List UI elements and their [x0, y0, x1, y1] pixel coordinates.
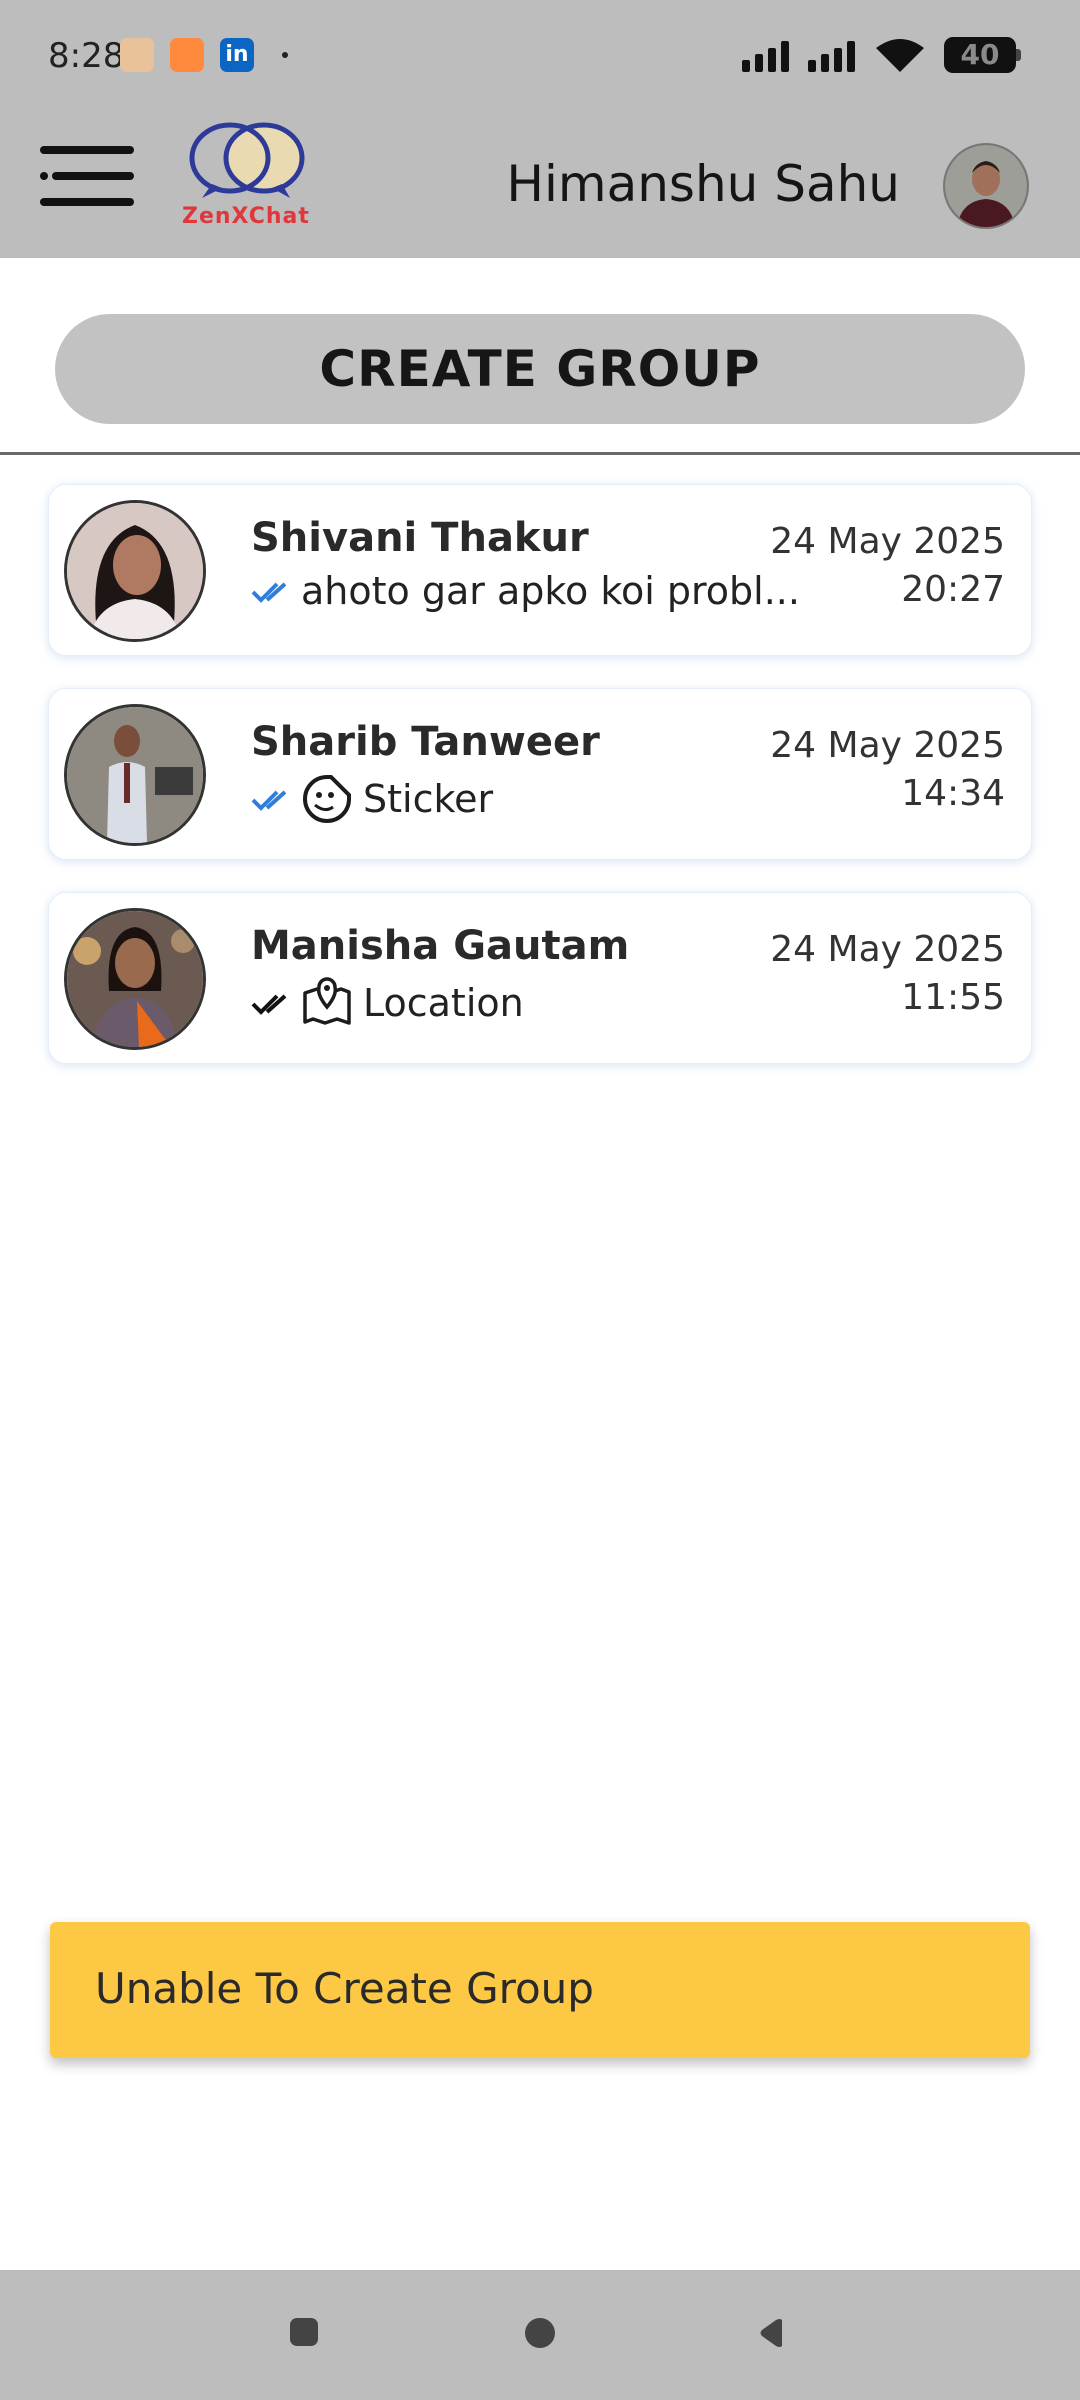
battery-tip [1016, 49, 1021, 61]
chat-avatar [64, 908, 206, 1050]
chat-date: 24 May 2025 [770, 725, 1005, 766]
create-group-button[interactable]: CREATE GROUP [55, 314, 1025, 424]
amazon-notification-icon [120, 38, 154, 72]
chat-name: Manisha Gautam [251, 923, 630, 969]
sticker-icon [303, 775, 351, 823]
user-name: Himanshu Sahu [506, 155, 900, 213]
chat-date: 24 May 2025 [770, 929, 1005, 970]
calendar-notification-icon [170, 38, 204, 72]
menu-icon[interactable] [40, 144, 136, 208]
chat-last-message-row: Location [251, 977, 524, 1029]
snackbar-message: Unable To Create Group [95, 1964, 594, 2013]
logo-bubbles-icon [189, 122, 305, 198]
logo-text: ZenXChat [182, 204, 310, 229]
location-map-icon [303, 977, 351, 1025]
chat-name: Sharib Tanweer [251, 719, 600, 765]
more-notifications-dot [282, 52, 288, 58]
chat-avatar [64, 500, 206, 642]
wifi-icon [876, 39, 924, 72]
chat-time: 11:55 [901, 977, 1005, 1018]
app-logo: ZenXChat [178, 120, 316, 230]
user-avatar[interactable] [943, 143, 1029, 229]
user-avatar-image [945, 145, 1027, 227]
battery-level: 40 [960, 38, 1000, 71]
chat-item-sharib-tanweer[interactable]: Sharib Tanweer Sticker 24 May 2025 14:34 [48, 688, 1032, 860]
home-button[interactable] [525, 2318, 555, 2348]
chat-last-message: Location [363, 981, 524, 1025]
chat-item-manisha-gautam[interactable]: Manisha Gautam Location 24 May 2025 11:5… [48, 892, 1032, 1064]
chat-avatar [64, 704, 206, 846]
chat-date: 24 May 2025 [770, 521, 1005, 562]
chat-last-message: ahoto gar apko koi probl... [301, 569, 800, 613]
status-time: 8:28 [48, 36, 125, 76]
signal-2-icon [808, 41, 855, 72]
chat-time: 20:27 [901, 569, 1005, 610]
chat-last-message-row: ahoto gar apko koi probl... [251, 569, 800, 613]
double-tick-delivered-icon [251, 994, 287, 1015]
contact-photo [67, 503, 203, 639]
contact-photo [67, 707, 203, 843]
double-tick-read-icon [251, 790, 287, 811]
chat-time: 14:34 [901, 773, 1005, 814]
signal-1-icon [742, 41, 789, 72]
back-button[interactable] [756, 2316, 790, 2350]
divider [0, 452, 1080, 455]
linkedin-notification-icon: in [220, 38, 254, 72]
chat-item-shivani-thakur[interactable]: Shivani Thakur ahoto gar apko koi probl.… [48, 484, 1032, 656]
double-tick-read-icon [251, 582, 287, 603]
chat-name: Shivani Thakur [251, 515, 589, 561]
chat-last-message-row: Sticker [251, 773, 493, 825]
chat-last-message: Sticker [363, 777, 494, 821]
contact-photo [67, 911, 203, 1047]
recents-button[interactable] [290, 2318, 318, 2346]
